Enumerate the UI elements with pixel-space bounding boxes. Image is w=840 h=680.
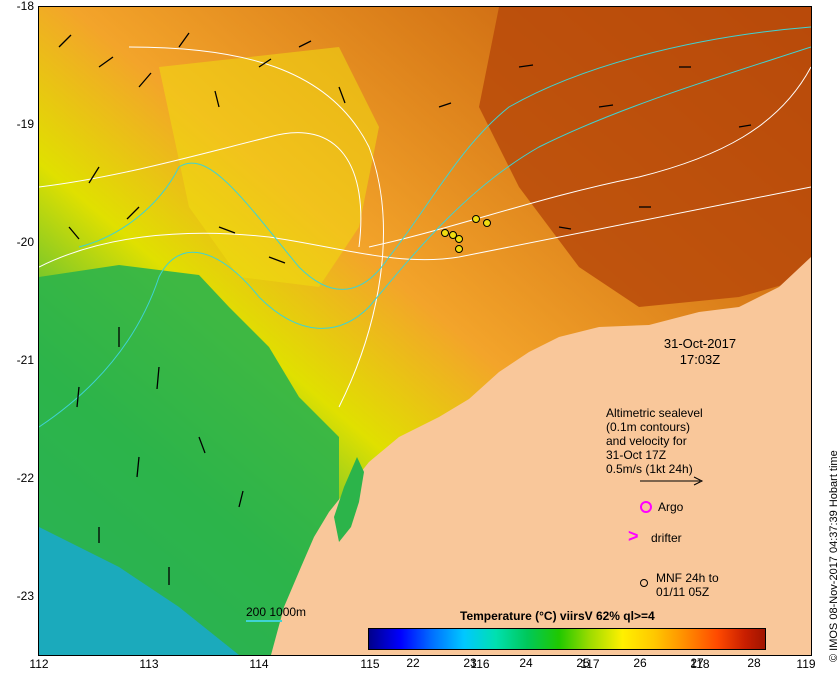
legend-line: Altimetric sealevel xyxy=(606,406,703,420)
scale-arrow xyxy=(640,476,704,486)
credit-text: © IMOS 08-Nov-2017 04:37:39 Hobart time xyxy=(828,450,840,662)
colorbar-title: Temperature (°C) viirsV 62% ql>=4 xyxy=(460,609,655,623)
temperature-colorbar xyxy=(368,628,766,650)
x-tick-label: 115 xyxy=(360,657,380,671)
y-tick-label: -21 xyxy=(16,353,34,367)
sst-map xyxy=(39,7,811,655)
colorbar-tick: 27 xyxy=(690,656,704,670)
legend-line: and velocity for xyxy=(606,434,687,448)
argo-label: Argo xyxy=(658,500,684,514)
isobath-legend: 200 1000m xyxy=(246,605,307,619)
colorbar-tick: 23 xyxy=(463,656,477,670)
mnf-label-line: 01/11 05Z xyxy=(656,585,710,599)
argo-marker-icon xyxy=(640,501,652,513)
x-tick-label: 112 xyxy=(29,657,49,671)
sealevel-legend: Altimetric sealevel (0.1m contours) and … xyxy=(606,406,703,476)
drifter-marker-icon: > xyxy=(628,526,639,546)
colorbar-tick: 25 xyxy=(576,656,590,670)
colorbar-tick: 28 xyxy=(747,656,761,670)
sst-map-panel xyxy=(38,6,812,656)
colorbar-tick: 26 xyxy=(633,656,647,670)
isobath-legend-line xyxy=(246,620,282,622)
mnf-marker-icon xyxy=(640,579,648,587)
mnf-label-line: MNF 24h to xyxy=(656,571,719,585)
observation-time: 17:03Z xyxy=(679,352,721,367)
y-tick-label: -20 xyxy=(16,235,34,249)
legend-line: 0.5m/s (1kt 24h) xyxy=(606,462,693,476)
x-tick-label: 114 xyxy=(249,657,269,671)
x-tick-label: 113 xyxy=(139,657,159,671)
y-tick-label: -23 xyxy=(16,589,34,603)
colorbar-tick: 24 xyxy=(519,656,533,670)
observation-datetime: 31-Oct-2017 17:03Z xyxy=(640,336,760,368)
x-tick-label: 119 xyxy=(796,657,816,671)
y-tick-label: -18 xyxy=(16,0,34,13)
observation-date: 31-Oct-2017 xyxy=(663,336,737,351)
y-tick-label: -19 xyxy=(16,117,34,131)
y-tick-label: -22 xyxy=(16,471,34,485)
legend-line: 31-Oct 17Z xyxy=(606,448,667,462)
colorbar-tick: 22 xyxy=(406,656,420,670)
drifter-label: drifter xyxy=(651,531,682,545)
legend-line: (0.1m contours) xyxy=(606,420,691,434)
mnf-label: MNF 24h to 01/11 05Z xyxy=(656,571,719,599)
